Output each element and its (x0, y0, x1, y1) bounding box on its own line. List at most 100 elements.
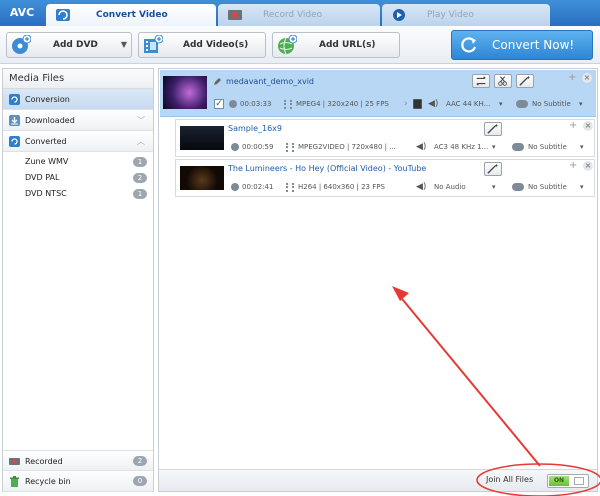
sidebar-item-downloaded[interactable]: Downloaded ﹀ (3, 110, 153, 131)
file-subtitle[interactable]: No Subtitle (532, 100, 571, 108)
video-thumbnail (163, 76, 207, 109)
chevron-down-icon[interactable]: ▼ (121, 33, 127, 57)
file-row[interactable]: The Lumineers - Ho Hey (Official Video) … (175, 159, 595, 197)
effects-button[interactable] (484, 162, 502, 176)
file-audio-info[interactable]: AAC 44 KH... (446, 100, 490, 108)
tab-record-video[interactable]: Record Video (218, 4, 380, 26)
chevron-down-icon[interactable]: ﹀ (137, 110, 145, 131)
disc-add-icon (12, 35, 31, 54)
speaker-icon: ◀) (416, 182, 427, 192)
close-icon[interactable]: × (583, 121, 593, 131)
record-icon (228, 10, 242, 20)
file-row-main[interactable]: medavant_demo_xvid + × ✓ 00:03:33 MPEG4 … (160, 70, 596, 117)
file-row[interactable]: Sample_16x9 + × 00:00:59 MPEG2VIDEO | 72… (175, 119, 595, 157)
toolbar: Add DVD ▼ Add Video(s) Add URL(s) Conver… (0, 26, 600, 64)
count-badge: 0 (133, 476, 147, 486)
trim-button[interactable] (472, 74, 490, 88)
magic-wand-icon (487, 123, 499, 134)
clock-icon (229, 100, 237, 108)
film-icon (286, 183, 294, 192)
effects-button[interactable] (516, 74, 534, 88)
cut-button[interactable] (494, 74, 512, 88)
trash-icon (10, 476, 19, 487)
convert-now-label: Convert Now! (492, 38, 575, 52)
file-list: medavant_demo_xvid + × ✓ 00:03:33 MPEG4 … (158, 68, 598, 492)
tab-record-video-label: Record Video (263, 10, 323, 20)
chevron-down-icon[interactable]: ▾ (579, 100, 583, 108)
count-badge: 2 (133, 456, 147, 466)
tab-play-video[interactable]: Play Video (382, 4, 550, 26)
convert-icon (56, 9, 70, 21)
magic-wand-icon (519, 75, 531, 86)
sidebar-subitem-zune-wmv[interactable]: Zune WMV 1 (3, 154, 153, 170)
file-subtitle[interactable]: No Subtitle (528, 183, 567, 191)
speaker-icon: ◀) (416, 142, 427, 152)
add-icon[interactable]: + (568, 72, 576, 83)
tab-convert-video[interactable]: Convert Video (46, 4, 216, 26)
film-icon (284, 100, 292, 109)
media-files-sidebar: Media Files Conversion Downloaded ﹀ Conv… (2, 68, 154, 492)
file-duration: 00:03:33 (240, 100, 272, 108)
film-add-icon (144, 35, 163, 53)
tab-play-video-label: Play Video (427, 10, 474, 20)
chevron-down-icon[interactable]: ▾ (580, 183, 584, 191)
add-videos-label: Add Video(s) (183, 40, 249, 50)
file-subtitle[interactable]: No Subtitle (528, 143, 567, 151)
file-title[interactable]: Sample_16x9 (228, 124, 282, 133)
file-video-info: H264 | 640x360 | 23 FPS (298, 183, 385, 191)
file-audio-info[interactable]: No Audio (434, 183, 466, 191)
sidebar-subitem-dvd-pal[interactable]: DVD PAL 2 (3, 170, 153, 186)
file-title[interactable]: The Lumineers - Ho Hey (Official Video) … (228, 164, 426, 173)
grid-icon (574, 477, 584, 485)
add-urls-button[interactable]: Add URL(s) (272, 32, 400, 58)
sidebar-item-label: Downloaded (25, 116, 75, 125)
close-icon[interactable]: × (582, 73, 592, 83)
chevron-down-icon[interactable]: ▾ (499, 100, 503, 108)
device-icon[interactable] (413, 99, 422, 109)
sidebar-item-recycle-bin[interactable]: Recycle bin 0 (3, 471, 153, 492)
speaker-icon: ◀) (428, 99, 439, 109)
trim-icon (476, 76, 486, 86)
video-thumbnail (180, 126, 224, 150)
magic-wand-icon (487, 163, 499, 174)
chevron-down-icon[interactable]: ▾ (492, 143, 496, 151)
clock-icon (231, 143, 239, 151)
sidebar-item-conversion[interactable]: Conversion (3, 89, 153, 110)
conversion-icon (9, 94, 20, 105)
file-audio-info[interactable]: AC3 48 KHz 1... (434, 143, 488, 151)
chevron-down-icon[interactable]: ▾ (580, 143, 584, 151)
sidebar-subitem-dvd-ntsc[interactable]: DVD NTSC 1 (3, 186, 153, 202)
file-list-footer: Join All Files ON (159, 469, 597, 491)
video-thumbnail (180, 166, 224, 190)
add-videos-button[interactable]: Add Video(s) (138, 32, 266, 58)
file-title[interactable]: medavant_demo_xvid (226, 77, 314, 86)
toggle-on-state: ON (549, 476, 569, 486)
count-badge: 1 (133, 189, 147, 199)
globe-add-icon (278, 35, 297, 55)
subtitle-icon (512, 183, 524, 191)
join-all-files-toggle[interactable]: ON (547, 474, 589, 488)
checkbox[interactable]: ✓ (214, 99, 224, 109)
add-dvd-label: Add DVD (53, 40, 98, 50)
convert-now-button[interactable]: Convert Now! (451, 30, 593, 60)
add-icon[interactable]: + (569, 160, 577, 171)
effects-button[interactable] (484, 122, 502, 136)
sidebar-title: Media Files (3, 69, 153, 89)
file-video-info: MPEG4 | 320x240 | 25 FPS (296, 100, 389, 108)
close-icon[interactable]: × (583, 161, 593, 171)
sidebar-item-recorded[interactable]: Recorded 2 (3, 450, 153, 471)
sidebar-item-label: Conversion (25, 95, 70, 104)
tab-bar: AVC Convert Video Record Video Play Vide… (0, 0, 600, 26)
file-video-info: MPEG2VIDEO | 720x480 | ... (298, 143, 396, 151)
chevron-up-icon[interactable]: ︿ (137, 131, 145, 152)
add-dvd-button[interactable]: Add DVD ▼ (6, 32, 132, 58)
clock-icon (231, 183, 239, 191)
file-duration: 00:02:41 (242, 183, 274, 191)
add-icon[interactable]: + (569, 120, 577, 131)
scissors-icon (498, 76, 507, 86)
sidebar-item-label: Recycle bin (25, 477, 71, 486)
chevron-down-icon[interactable]: ▾ (492, 183, 496, 191)
sidebar-item-converted[interactable]: Converted ︿ (3, 131, 153, 152)
subtitle-icon (516, 100, 528, 108)
pencil-icon[interactable] (213, 77, 222, 86)
